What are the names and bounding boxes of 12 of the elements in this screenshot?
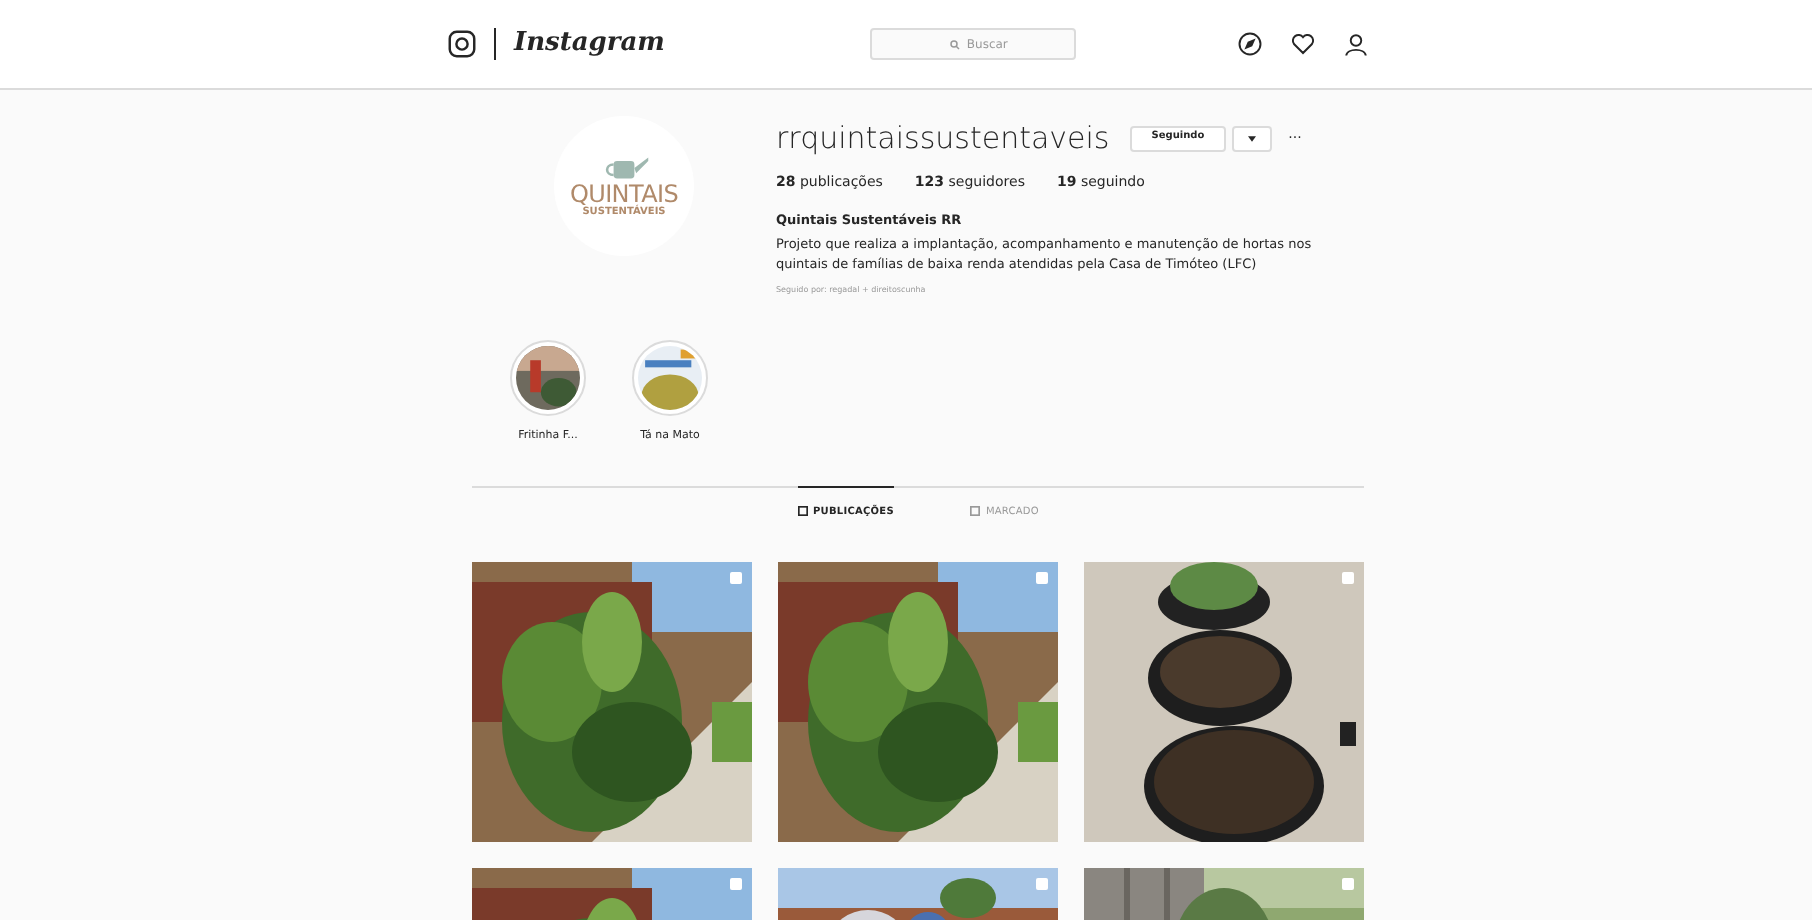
instagram-logo[interactable]: Instagram [514,24,665,64]
heart-icon[interactable] [1290,32,1316,56]
camera-icon[interactable] [448,30,476,58]
grid-icon [797,505,807,515]
caret-icon [1248,135,1257,141]
compass-icon[interactable] [1238,32,1262,56]
dropdown-button[interactable] [1232,125,1273,151]
username: rrquintaissustentaveis [776,117,1110,160]
logo-title: QUINTAIS [569,181,679,205]
person-icon[interactable] [1344,31,1368,57]
grid-icon [969,505,980,515]
search-icon [950,40,961,50]
